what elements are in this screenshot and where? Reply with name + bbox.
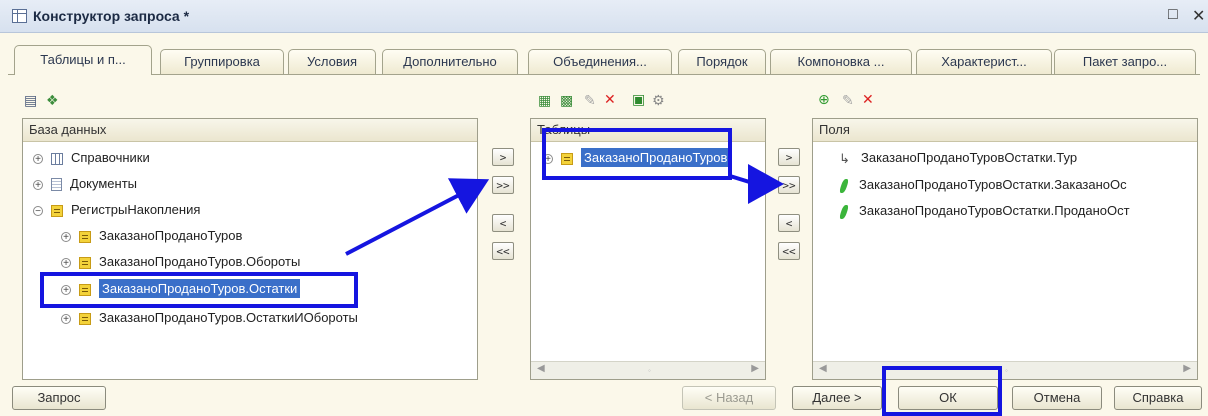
title-bar: Конструктор запроса * □ ✕ [0,0,1208,33]
back-button[interactable]: < Назад [682,386,776,410]
tab-unions[interactable]: Объединения... [528,49,672,74]
tab-order[interactable]: Порядок [678,49,766,74]
next-button[interactable]: Далее > [792,386,882,410]
add-table-icon[interactable]: ▦ [538,92,551,108]
annotation-box-table [542,128,732,180]
tab-additional[interactable]: Дополнительно [382,49,518,74]
add-field-button[interactable]: > [778,148,800,166]
table-icon [12,9,27,23]
edit-icon[interactable]: ✎ [584,92,596,108]
remove-field-button[interactable]: < [778,214,800,232]
document-icon [51,178,62,192]
field-icon [838,204,850,219]
annotation-box-ok [882,366,1002,416]
tab-divider [8,74,1200,75]
field-row[interactable]: ЗаказаноПроданоТуровОстатки.ПроданоОст [838,201,1130,221]
add-field-icon[interactable]: ⊕ [818,91,830,107]
fields-panel-header: Поля [813,119,1197,142]
tab-conditions[interactable]: Условия [288,49,376,74]
tab-composition[interactable]: Компоновка ... [770,49,912,74]
database-panel: База данных + Справочники + Документы − Рег… [22,118,478,380]
field-row[interactable]: ↳ ЗаказаноПроданоТуровОстатки.Тур [839,148,1077,168]
add-all-fields-button[interactable]: >> [778,176,800,194]
tree-item-documents[interactable]: + Документы [33,174,137,194]
tab-tables[interactable]: Таблицы и п... [14,45,152,75]
help-button[interactable]: Справка [1114,386,1202,410]
expand-icon[interactable]: + [33,153,43,164]
expand-icon[interactable]: + [61,313,71,324]
register-icon [79,312,91,325]
annotation-box-source [40,272,358,308]
expand-icon[interactable]: + [61,257,71,268]
tab-characteristics[interactable]: Характерист... [916,49,1052,74]
scroll-right-icon[interactable]: ▶ [1183,363,1191,374]
horizontal-scrollbar[interactable]: ◀ ◦ ▶ [813,361,1197,379]
cancel-button[interactable]: Отмена [1012,386,1102,410]
scroll-left-icon[interactable]: ◀ [819,363,827,374]
tab-batch[interactable]: Пакет запро... [1054,49,1196,74]
delete-field-icon[interactable]: ✕ [862,91,874,107]
expand-icon[interactable]: + [33,179,43,190]
maximize-button[interactable]: □ [1168,6,1178,24]
tree-item-accumulation-registers[interactable]: − РегистрыНакопления [33,200,200,220]
register-icon [51,204,63,217]
scroll-right-icon[interactable]: ▶ [751,363,759,374]
scroll-thumb[interactable]: ◦ [1005,366,1013,375]
tree-item-register[interactable]: + ЗаказаноПроданоТуров [61,226,242,246]
add-nested-query-icon[interactable]: ▩ [560,92,573,108]
field-row[interactable]: ЗаказаноПроданоТуровОстатки.ЗаказаноОс [838,175,1127,195]
horizontal-scrollbar[interactable]: ◀ ◦ ▶ [531,361,765,379]
query-button[interactable]: Запрос [12,386,106,410]
remove-all-fields-button[interactable]: << [778,242,800,260]
tab-grouping[interactable]: Группировка [160,49,284,74]
settings-icon[interactable]: ⚙ [652,92,665,108]
replace-table-icon[interactable]: ▣ [632,91,645,107]
edit-field-icon[interactable]: ✎ [842,92,854,108]
database-panel-header: База данных [23,119,477,142]
fields-panel: Поля ↳ ЗаказаноПроданоТуровОстатки.Тур За… [812,118,1198,380]
scroll-thumb[interactable]: ◦ [648,366,656,375]
query-builder-window: Конструктор запроса * □ ✕ Таблицы и п...… [0,0,1208,416]
collapse-icon[interactable]: − [33,205,43,216]
remove-table-button[interactable]: < [492,214,514,232]
delete-icon[interactable]: ✕ [604,91,616,107]
tree-item-catalogs[interactable]: + Справочники [33,148,150,168]
register-icon [79,256,91,269]
tree-item-register-balances-turnovers[interactable]: + ЗаказаноПроданоТуров.ОстаткиИОбороты [61,308,358,328]
window-title: Конструктор запроса * [33,8,190,24]
catalog-icon [51,152,63,165]
add-all-tables-button[interactable]: >> [492,176,514,194]
list-icon[interactable]: ▤ [24,92,37,108]
tree-item-register-turnovers[interactable]: + ЗаказаноПроданоТуров.Обороты [61,252,300,272]
refresh-icon[interactable]: ❖ [46,92,59,108]
register-icon [79,230,91,243]
scroll-left-icon[interactable]: ◀ [537,363,545,374]
close-button[interactable]: ✕ [1192,6,1205,26]
hierarchy-icon: ↳ [839,150,850,166]
expand-icon[interactable]: + [61,231,71,242]
field-icon [838,178,850,193]
add-table-button[interactable]: > [492,148,514,166]
remove-all-tables-button[interactable]: << [492,242,514,260]
